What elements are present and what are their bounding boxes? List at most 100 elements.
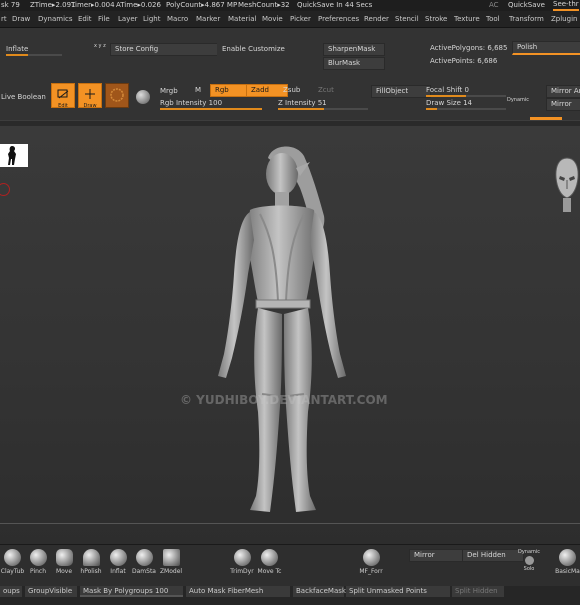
see-through-slider[interactable]: See-thr xyxy=(553,1,579,11)
menu-item-render[interactable]: Render xyxy=(364,16,389,23)
material-sphere-icon[interactable] xyxy=(136,90,150,104)
menu-item-transform[interactable]: Transform xyxy=(509,16,544,23)
menu-item-movie[interactable]: Movie xyxy=(262,16,283,23)
split-unmasked-points-button[interactable]: Split Unmasked Points xyxy=(346,586,450,597)
brush-damstandard[interactable]: DamSta xyxy=(131,549,157,575)
mrgb-button[interactable]: Mrgb xyxy=(160,88,178,95)
brush-move-topological[interactable]: Move Tc xyxy=(256,549,283,575)
sculpt-model[interactable] xyxy=(200,144,380,519)
brush-claytubes[interactable]: ClayTub xyxy=(0,549,25,575)
top-shelf: Inflate x y z Store Config Enable Custom… xyxy=(0,28,580,126)
groups-button[interactable]: oups xyxy=(0,586,22,597)
brush-pinch[interactable]: Pinch xyxy=(27,549,49,575)
del-hidden-button[interactable]: Del Hidden xyxy=(462,549,524,562)
inflate-fill xyxy=(6,54,29,56)
edit-label: Edit xyxy=(58,103,68,109)
draw-mode-button[interactable]: Draw xyxy=(78,83,102,109)
focal-shift-label: Focal Shift 0 xyxy=(426,86,469,94)
fill-object-button[interactable]: FillObject xyxy=(371,85,431,98)
z-intensity-slider[interactable]: Z Intensity 51 xyxy=(278,99,368,110)
menu-item-layer[interactable]: Layer xyxy=(118,16,138,23)
atime-readout: ATime▸0.026 xyxy=(116,1,161,9)
trimdynamic-icon xyxy=(233,549,251,566)
menu-item-alpha[interactable]: rt xyxy=(1,16,7,23)
basic-material-icon xyxy=(559,549,576,566)
m-button[interactable]: M xyxy=(195,87,201,94)
watermark-text: © YUDHIBOY.DEVIANTART.COM xyxy=(180,393,388,407)
menu-item-light[interactable]: Light xyxy=(143,16,160,23)
inflate-label: Inflate xyxy=(6,45,29,53)
menu-item-macro[interactable]: Macro xyxy=(167,16,188,23)
focal-shift-slider[interactable]: Focal Shift 0 xyxy=(426,86,506,97)
draw-icon xyxy=(85,89,95,99)
mask-by-polygroups-slider[interactable]: Mask By Polygroups 100 xyxy=(80,586,183,597)
brush-label: ClayTub xyxy=(0,568,25,575)
mirror-shelf-button[interactable]: Mirror xyxy=(409,549,469,562)
zcut-button[interactable]: Zcut xyxy=(318,87,334,94)
enable-customize-button[interactable]: Enable Customize xyxy=(217,43,325,56)
split-hidden-button[interactable]: Split Hidden xyxy=(452,586,504,597)
brush-cursor-icon xyxy=(0,183,10,196)
focal-shift-fill xyxy=(426,95,466,97)
zsub-button[interactable]: Zsub xyxy=(283,87,300,94)
menu-item-zplugin[interactable]: Zplugin xyxy=(551,16,577,23)
move-icon xyxy=(110,88,124,102)
menu-item-file[interactable]: File xyxy=(98,16,110,23)
mirror-button[interactable]: Mirror xyxy=(546,98,580,111)
z-intensity-fill xyxy=(278,108,324,110)
dynamic-size-toggle[interactable]: Dynamic xyxy=(507,98,529,103)
backface-mask-button[interactable]: BackfaceMask xyxy=(293,586,346,597)
live-boolean-button[interactable]: Live Boolean xyxy=(1,94,46,101)
draw-size-slider[interactable]: Draw Size 14 xyxy=(426,99,506,110)
damstandard-icon xyxy=(135,549,153,566)
rgb-intensity-label: Rgb Intensity 100 xyxy=(160,99,223,107)
figure-thumbnail-icon xyxy=(8,146,16,165)
store-config-button[interactable]: Store Config xyxy=(110,43,224,56)
quicksave-button[interactable]: QuickSave xyxy=(508,2,545,9)
brush-label: Pinch xyxy=(29,568,47,575)
menu-item-draw[interactable]: Draw xyxy=(12,16,30,23)
move-mode-button[interactable] xyxy=(105,83,129,108)
edit-mode-button[interactable]: Edit xyxy=(51,83,75,109)
menu-item-dynamics[interactable]: Dynamics xyxy=(38,16,73,23)
brush-move[interactable]: Move xyxy=(53,549,75,575)
zmodeler-icon xyxy=(162,549,180,566)
navigation-head-icon[interactable] xyxy=(555,156,580,216)
auto-mask-fibermesh-button[interactable]: Auto Mask FiberMesh xyxy=(186,586,290,597)
brush-label: BasicMa xyxy=(555,568,580,575)
brush-mf-forreal[interactable]: MF_Forr xyxy=(357,549,385,575)
figure-thumbnail[interactable] xyxy=(0,144,28,167)
brush-hpolish[interactable]: hPolish xyxy=(79,549,103,575)
blur-mask-button[interactable]: BlurMask xyxy=(323,57,385,70)
claytubes-icon xyxy=(4,549,21,566)
inflate-slider[interactable]: Inflate xyxy=(6,45,62,56)
solo-dynamic-toggle[interactable]: Dynamic Solo xyxy=(518,549,540,572)
sharpen-mask-button[interactable]: SharpenMask xyxy=(323,43,385,56)
menu-item-picker[interactable]: Picker xyxy=(290,16,311,23)
brush-label: TrimDyr xyxy=(230,568,254,575)
group-visible-button[interactable]: GroupVisible xyxy=(25,586,77,597)
floor-line xyxy=(0,523,580,524)
menu-item-texture[interactable]: Texture xyxy=(454,16,480,23)
menu-item-stencil[interactable]: Stencil xyxy=(395,16,419,23)
menu-item-material[interactable]: Material xyxy=(228,16,256,23)
document-canvas[interactable]: © YUDHIBOY.DEVIANTART.COM xyxy=(0,126,580,544)
polish-slider[interactable]: Polish xyxy=(512,41,580,55)
mirror-and-weld-button[interactable]: Mirror And xyxy=(546,85,580,98)
material-basic[interactable]: BasicMa xyxy=(555,549,580,575)
rgb-intensity-fill xyxy=(160,108,262,110)
menu-item-preferences[interactable]: Preferences xyxy=(318,16,359,23)
rgb-intensity-slider[interactable]: Rgb Intensity 100 xyxy=(160,99,262,110)
menu-item-tool[interactable]: Tool xyxy=(486,16,500,23)
solo-label: Solo xyxy=(523,566,535,572)
zadd-button[interactable]: Zadd xyxy=(246,84,288,97)
brush-trimdynamic[interactable]: TrimDyr xyxy=(229,549,255,575)
draw-size-fill xyxy=(426,108,438,110)
menu-item-stroke[interactable]: Stroke xyxy=(425,16,447,23)
brush-inflate[interactable]: Inflat xyxy=(107,549,129,575)
brush-label: hPolish xyxy=(80,568,102,575)
brush-zmodeler[interactable]: ZModel xyxy=(158,549,184,575)
xyz-symmetry[interactable]: x y z xyxy=(94,44,106,49)
menu-item-edit[interactable]: Edit xyxy=(78,16,92,23)
menu-item-marker[interactable]: Marker xyxy=(196,16,220,23)
